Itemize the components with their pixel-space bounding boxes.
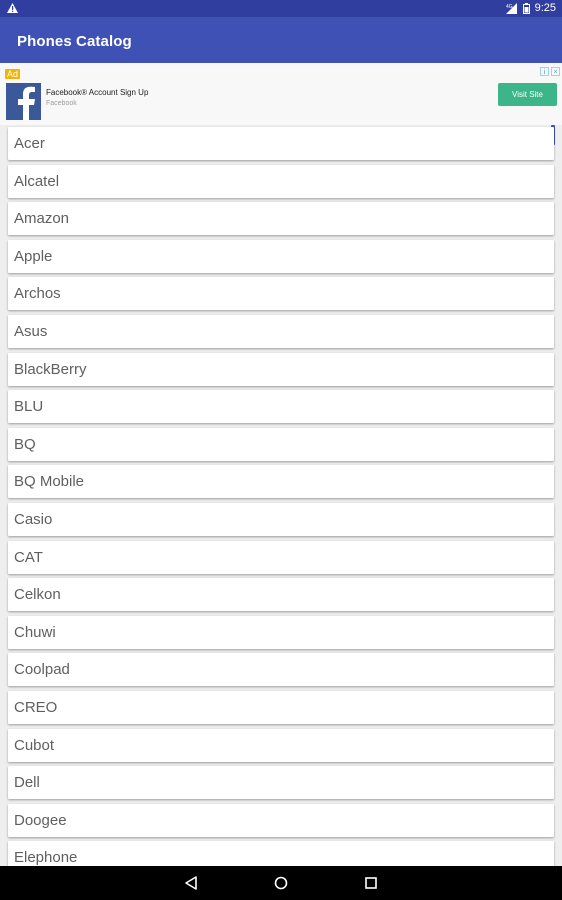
ad-close-icon[interactable]: ×	[551, 67, 560, 76]
list-item[interactable]: Alcatel	[8, 164, 554, 198]
brand-label: BQ	[14, 435, 36, 453]
list-item[interactable]: Asus	[8, 315, 554, 348]
brand-label: Asus	[14, 323, 48, 340]
brand-label: BlackBerry	[14, 360, 87, 378]
list-item[interactable]: BQ Mobile	[8, 465, 554, 499]
network-type-label: 4G	[506, 4, 513, 10]
home-icon[interactable]	[273, 875, 289, 891]
status-right: 4G 9:25	[505, 2, 556, 15]
brand-label: Apple	[14, 247, 53, 265]
ad-title[interactable]: Facebook® Account Sign Up	[46, 88, 148, 97]
brand-label: Celkon	[14, 586, 61, 604]
list-item[interactable]: BlackBerry	[8, 352, 554, 386]
list-item[interactable]: Dell	[8, 766, 554, 800]
navigation-bar	[0, 866, 562, 900]
list-item[interactable]: Chuwi	[8, 615, 554, 649]
list-item[interactable]: Celkon	[8, 578, 554, 612]
ad-badge: Ad	[5, 69, 21, 79]
brand-label: BQ Mobile	[14, 473, 85, 491]
ad-info-icon[interactable]: i	[540, 67, 549, 76]
brand-label: Doogee	[14, 811, 67, 829]
page-title: Phones Catalog	[17, 33, 132, 50]
brand-label: CREO	[14, 699, 58, 716]
brand-label: Archos	[14, 285, 61, 303]
recents-icon[interactable]	[363, 875, 379, 891]
brand-label: Acer	[14, 135, 45, 152]
list-item[interactable]: Cubot	[8, 728, 554, 762]
brand-label: Cubot	[14, 736, 55, 754]
brand-label: Dell	[14, 774, 40, 792]
list-item[interactable]: Casio	[8, 503, 554, 536]
brand-label: Alcatel	[14, 172, 60, 190]
ad-visit-site-button[interactable]: Visit Site	[498, 83, 557, 106]
status-time: 9:25	[534, 2, 556, 14]
list-item[interactable]: Acer	[8, 127, 554, 160]
status-bar: 4G 9:25	[0, 0, 562, 17]
signal-icon: 4G	[505, 3, 517, 14]
facebook-logo-icon	[6, 83, 41, 120]
app-bar: Phones Catalog	[0, 17, 562, 63]
brand-label: Elephone	[14, 849, 78, 866]
brand-label: Coolpad	[14, 661, 70, 679]
list-item[interactable]: Amazon	[8, 202, 554, 236]
list-item[interactable]: Elephone	[8, 841, 554, 866]
list-item[interactable]: BLU	[8, 390, 554, 424]
ad-advertiser: Facebook	[46, 100, 77, 107]
ad-banner[interactable]: Ad Facebook® Account Sign Up Facebook Vi…	[0, 63, 562, 125]
list-item[interactable]: CREO	[8, 691, 554, 724]
brand-list[interactable]: Acer Alcatel Amazon Apple Archos Asus BlackBer…	[0, 125, 562, 866]
warning-icon	[7, 3, 18, 13]
list-item[interactable]: Doogee	[8, 803, 554, 837]
list-item[interactable]: Apple	[8, 239, 554, 273]
list-item[interactable]: Archos	[8, 277, 554, 311]
ad-choices[interactable]: i ×	[540, 67, 560, 76]
brand-label: Amazon	[14, 210, 70, 228]
battery-icon	[522, 3, 530, 14]
back-icon[interactable]	[183, 875, 199, 891]
brand-label: CAT	[14, 548, 43, 566]
list-item[interactable]: CAT	[8, 540, 554, 574]
list-item[interactable]: BQ	[8, 427, 554, 461]
brand-label: Chuwi	[14, 623, 56, 641]
list-item[interactable]: Coolpad	[8, 653, 554, 687]
brand-label: Casio	[14, 511, 53, 528]
brand-label: BLU	[14, 398, 44, 416]
